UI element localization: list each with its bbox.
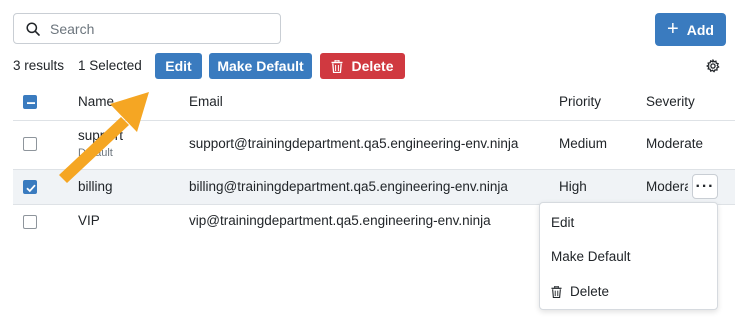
row-checkbox-checked[interactable] — [23, 180, 37, 194]
row-severity: Moderate — [646, 179, 688, 194]
row-email: billing@trainingdepartment.qa5.engineeri… — [189, 179, 508, 194]
row-actions-menu: Edit Make Default Delete — [539, 202, 718, 310]
row-severity: Moderate — [646, 136, 704, 151]
menu-item-label: Delete — [570, 284, 610, 299]
menu-item-label: Edit — [551, 215, 575, 230]
row-severity-clip: Moderate — [646, 179, 688, 194]
menu-item-edit[interactable]: Edit — [551, 215, 574, 230]
row-email: support@trainingdepartment.qa5.engineeri… — [189, 136, 519, 151]
row-actions-button[interactable]: ··· — [692, 174, 718, 199]
menu-item-label: Make Default — [551, 249, 631, 264]
column-header-priority[interactable]: Priority — [559, 94, 601, 109]
plus-icon: + — [667, 17, 679, 40]
add-button-label: Add — [686, 21, 714, 38]
make-default-button[interactable]: Make Default — [209, 53, 312, 79]
search-input[interactable] — [48, 19, 252, 38]
edit-button[interactable]: Edit — [155, 53, 202, 79]
annotation-arrow-icon — [59, 92, 149, 183]
row-priority: Medium — [559, 136, 608, 151]
row-checkbox[interactable] — [23, 137, 37, 151]
select-all-checkbox[interactable] — [23, 95, 37, 109]
menu-item-delete[interactable]: Delete — [551, 284, 609, 299]
menu-item-make-default[interactable]: Make Default — [551, 249, 631, 264]
delete-button[interactable]: Delete — [320, 53, 405, 79]
row-email: vip@trainingdepartment.qa5.engineering-e… — [189, 213, 491, 228]
row-name: VIP — [78, 213, 100, 228]
row-priority: High — [559, 179, 587, 194]
trash-icon — [551, 285, 562, 298]
more-icon: ··· — [695, 177, 715, 195]
delete-button-label: Delete — [351, 58, 394, 74]
results-count: 3 results — [13, 58, 65, 73]
selected-count: 1 Selected — [78, 58, 142, 73]
add-button[interactable]: + Add — [655, 13, 726, 46]
settings-gear-icon[interactable] — [705, 58, 720, 76]
column-header-severity[interactable]: Severity — [646, 94, 695, 109]
search-box[interactable] — [13, 13, 281, 44]
column-header-email[interactable]: Email — [189, 94, 223, 109]
search-icon — [26, 21, 40, 36]
row-checkbox[interactable] — [23, 215, 37, 229]
make-default-button-label: Make Default — [217, 58, 304, 74]
trash-icon — [331, 59, 343, 73]
edit-button-label: Edit — [165, 58, 192, 74]
